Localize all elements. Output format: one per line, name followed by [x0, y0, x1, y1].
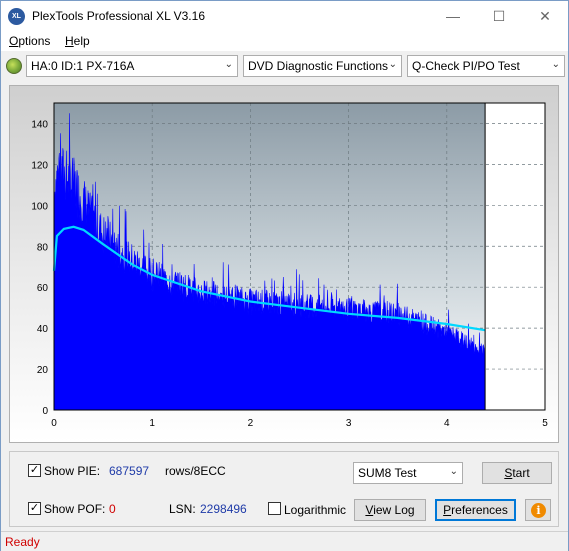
menu-options-label: ptions — [18, 34, 51, 48]
preferences-mnemonic: P — [443, 503, 452, 517]
x-tick-label: 5 — [542, 418, 548, 429]
y-tick-label: 100 — [31, 201, 48, 212]
pof-count-value: 0 — [109, 502, 116, 516]
chevron-down-icon: ⌄ — [449, 466, 458, 477]
y-tick-label: 20 — [37, 365, 49, 376]
y-tick-label: 0 — [42, 406, 48, 417]
menu-help-label: elp — [73, 34, 90, 48]
minimize-button[interactable]: — — [430, 1, 476, 31]
rows-unit-label: rows/8ECC — [165, 464, 226, 478]
close-button[interactable]: ✕ — [522, 1, 568, 31]
x-tick-label: 0 — [51, 418, 57, 429]
show-pie-checkbox[interactable]: ✓ — [28, 464, 41, 477]
chart-panel: 0 20 40 60 80 100 120 140 0 1 2 3 4 5 — [9, 85, 559, 443]
toolbar: HA:0 ID:1 PX-716A ⌄ DVD Diagnostic Funct… — [1, 53, 568, 79]
pi-po-chart: 0 20 40 60 80 100 120 140 0 1 2 3 4 5 — [31, 102, 548, 429]
chevron-down-icon: ⌄ — [551, 59, 560, 70]
info-button[interactable]: i — [525, 499, 551, 521]
y-tick-label: 80 — [37, 242, 49, 253]
lsn-label: LSN: — [169, 502, 196, 516]
maximize-button[interactable]: ☐ — [476, 1, 522, 31]
pie-count-value: 687597 — [109, 464, 150, 478]
y-tick-label: 140 — [31, 119, 48, 130]
status-text: Ready — [5, 535, 40, 549]
app-window: XL PlexTools Professional XL V3.16 — ☐ ✕… — [0, 0, 569, 551]
sum8-test-select[interactable]: SUM8 Test ⌄ — [353, 462, 463, 484]
y-tick-label: 40 — [37, 324, 49, 335]
x-tick-label: 3 — [346, 418, 352, 429]
menu-bar: Options Help — [1, 31, 568, 51]
x-tick-label: 4 — [444, 418, 450, 429]
chevron-down-icon: ⌄ — [224, 59, 233, 70]
controls-panel: ✓ Show PIE: 687597 rows/8ECC SUM8 Test ⌄… — [9, 451, 559, 527]
logarithmic-checkbox[interactable] — [268, 502, 281, 515]
preferences-label: references — [451, 503, 508, 517]
test-select-value: Q-Check PI/PO Test — [412, 59, 520, 73]
function-select[interactable]: DVD Diagnostic Functions ⌄ — [243, 55, 402, 77]
y-tick-label: 120 — [31, 160, 48, 171]
sum8-test-value: SUM8 Test — [358, 466, 417, 480]
drive-disc-icon — [6, 58, 22, 74]
start-button[interactable]: Start — [482, 462, 552, 484]
menu-options-mnemonic: O — [9, 34, 19, 48]
view-log-label: iew Log — [373, 503, 415, 517]
test-select[interactable]: Q-Check PI/PO Test ⌄ — [407, 55, 565, 77]
menu-help[interactable]: Help — [65, 34, 90, 48]
status-bar: Ready — [1, 531, 568, 551]
show-pof-label: Show POF: — [44, 502, 106, 516]
chevron-down-icon: ⌄ — [388, 59, 397, 70]
start-label: tart — [512, 466, 530, 480]
y-tick-label: 60 — [37, 283, 49, 294]
drive-select[interactable]: HA:0 ID:1 PX-716A ⌄ — [26, 55, 238, 77]
plot-unused-area — [485, 103, 545, 410]
show-pie-label: Show PIE: — [44, 464, 101, 478]
menu-help-mnemonic: H — [65, 34, 74, 48]
function-select-value: DVD Diagnostic Functions — [248, 59, 389, 73]
drive-select-value: HA:0 ID:1 PX-716A — [31, 59, 135, 73]
plextools-logo-icon: XL — [8, 8, 25, 25]
info-icon: i — [531, 503, 546, 518]
x-tick-label: 1 — [149, 418, 155, 429]
x-tick-label: 2 — [248, 418, 254, 429]
window-title: PlexTools Professional XL V3.16 — [32, 9, 205, 23]
view-log-button[interactable]: View Log — [354, 499, 426, 521]
preferences-button[interactable]: Preferences — [435, 499, 516, 521]
lsn-value: 2298496 — [200, 502, 247, 516]
menu-options[interactable]: Options — [9, 34, 50, 48]
show-pof-checkbox[interactable]: ✓ — [28, 502, 41, 515]
logarithmic-label: Logarithmic — [284, 503, 347, 517]
title-bar: XL PlexTools Professional XL V3.16 — ☐ ✕ — [1, 1, 568, 31]
